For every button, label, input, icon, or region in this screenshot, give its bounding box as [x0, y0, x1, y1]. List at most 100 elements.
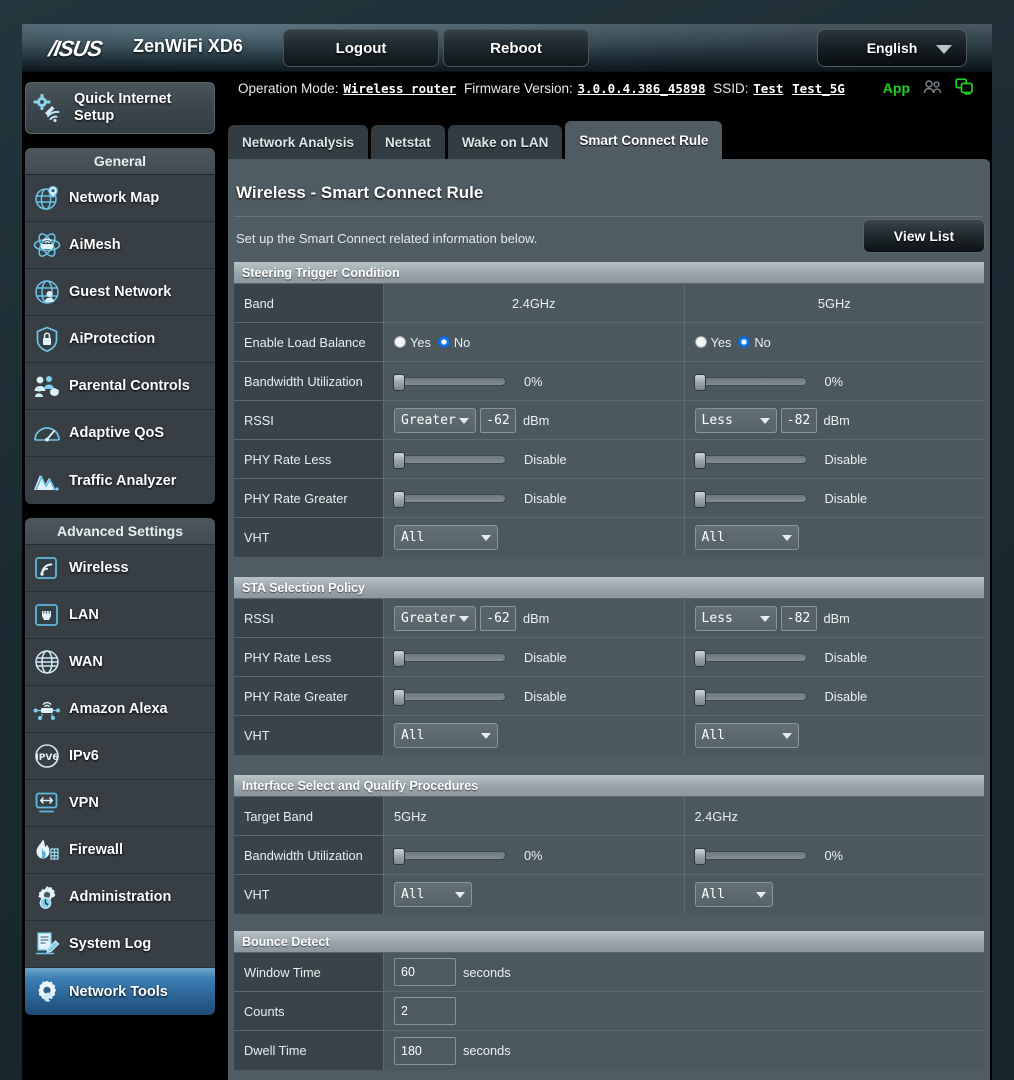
radio-yes-5[interactable]: Yes — [694, 335, 731, 350]
row-label: Band — [234, 284, 384, 322]
slider-knob[interactable] — [393, 847, 405, 865]
rssi-24-operator-select[interactable]: Greater — [394, 407, 476, 433]
phy-less-24-slider[interactable]: Disable — [393, 451, 567, 469]
slider-track[interactable] — [393, 373, 506, 391]
sta-phy-greater-5-slider[interactable]: Disable — [693, 688, 867, 706]
slider-knob[interactable] — [693, 688, 706, 706]
rssi-24-value-input[interactable]: -62 — [480, 407, 516, 433]
slider-knob[interactable] — [693, 451, 706, 469]
sta-rssi-5-operator-select[interactable]: Less — [694, 605, 777, 631]
tab-wake-on-lan[interactable]: Wake on LAN — [447, 125, 563, 159]
slider-knob[interactable] — [693, 649, 706, 667]
phy-greater-24-slider[interactable]: Disable — [393, 490, 567, 508]
slider-track[interactable] — [693, 649, 807, 667]
view-list-button[interactable]: View List — [863, 219, 985, 253]
row-label: VHT — [234, 518, 384, 557]
sta-phy-less-5-slider[interactable]: Disable — [693, 649, 868, 667]
sidebar-item-amazon-alexa[interactable]: Amazon Alexa — [25, 686, 215, 733]
sidebar-item-network-tools[interactable]: Network Tools — [25, 968, 215, 1015]
sta-vht-24-select[interactable]: All — [394, 723, 498, 748]
sidebar-item-aimesh[interactable]: AiMesh — [25, 222, 215, 269]
phy-greater-5-slider[interactable]: Disable — [693, 490, 867, 508]
sidebar-label: Network Map — [69, 190, 160, 206]
slider-knob[interactable] — [393, 649, 405, 667]
chevron-down-icon — [781, 535, 792, 541]
sidebar-item-ipv6[interactable]: IPV6 IPv6 — [25, 733, 215, 780]
radio-no-5[interactable]: No — [738, 335, 771, 350]
sta-phy-less-24-slider[interactable]: Disable — [393, 649, 567, 667]
tab-netstat[interactable]: Netstat — [371, 125, 445, 159]
sidebar-item-parental-controls[interactable]: Parental Controls — [25, 363, 215, 410]
ssid-value-24[interactable]: Test — [753, 81, 783, 96]
window-time-input[interactable]: 60 — [394, 958, 456, 986]
operation-mode-value[interactable]: Wireless router — [343, 81, 456, 96]
sidebar-item-traffic-analyzer[interactable]: Traffic Analyzer — [25, 457, 215, 504]
slider-knob[interactable] — [393, 451, 405, 469]
slider-track[interactable] — [693, 847, 807, 865]
firmware-value[interactable]: 3.0.0.4.386_45898 — [578, 81, 706, 96]
slider-value: Disable — [824, 649, 868, 665]
sta-rssi-5-value-input[interactable]: -82 — [780, 605, 817, 631]
interface-vht-1-select[interactable]: All — [394, 882, 472, 907]
sta-rssi-24-operator-select[interactable]: Greater — [394, 605, 476, 631]
sidebar-item-aiprotection[interactable]: AiProtection — [25, 316, 215, 363]
sta-phy-greater-5-cell: Disable — [684, 677, 984, 715]
slider-track[interactable] — [393, 688, 506, 706]
sidebar-label: Adaptive QoS — [69, 425, 165, 441]
slider-track[interactable] — [393, 451, 506, 469]
slider-knob[interactable] — [393, 688, 405, 706]
dwell-time-input[interactable]: 180 — [394, 1036, 456, 1065]
vht-5-select[interactable]: All — [694, 525, 799, 550]
slider-knob[interactable] — [693, 373, 706, 391]
interface-bw-1-slider[interactable]: 0% — [393, 847, 543, 865]
interface-bw-2-slider[interactable]: 0% — [693, 847, 843, 865]
sidebar-item-administration[interactable]: Administration — [25, 874, 215, 921]
ssid-value-5g[interactable]: Test_5G — [792, 81, 845, 96]
interface-vht-2-select[interactable]: All — [694, 882, 773, 907]
sidebar-item-adaptive-qos[interactable]: Adaptive QoS — [25, 410, 215, 457]
chevron-down-icon — [481, 535, 491, 541]
slider-track[interactable] — [693, 688, 807, 706]
bandwidth-5-slider[interactable]: 0% — [693, 373, 843, 391]
tab-smart-connect-rule[interactable]: Smart Connect Rule — [565, 121, 723, 159]
sta-phy-greater-24-slider[interactable]: Disable — [393, 688, 567, 706]
slider-track[interactable] — [693, 451, 807, 469]
slider-track[interactable] — [393, 649, 506, 667]
language-select[interactable]: English — [817, 29, 967, 67]
phy-less-5-slider[interactable]: Disable — [693, 451, 867, 469]
table-row: Target Band 5GHz 2.4GHz — [234, 797, 984, 836]
slider-track[interactable] — [393, 490, 506, 508]
sidebar-item-vpn[interactable]: VPN — [25, 780, 215, 827]
sidebar-item-firewall[interactable]: Firewall — [25, 827, 215, 874]
sidebar-item-wireless[interactable]: Wireless — [25, 545, 215, 592]
radio-yes-24[interactable]: Yes — [394, 335, 431, 350]
sidebar-item-wan[interactable]: WAN — [25, 639, 215, 686]
clients-icon[interactable] — [923, 79, 942, 98]
slider-knob[interactable] — [393, 373, 405, 391]
counts-input[interactable]: 2 — [394, 997, 456, 1025]
vht-24-select[interactable]: All — [394, 525, 498, 550]
table-row: RSSI Greater -62 dBm Less -82 dBm — [234, 599, 984, 638]
rssi-5-operator-select[interactable]: Less — [694, 407, 777, 433]
reboot-button[interactable]: Reboot — [443, 29, 589, 67]
radio-no-24[interactable]: No — [437, 335, 470, 350]
bandwidth-24-slider[interactable]: 0% — [393, 373, 543, 391]
app-link[interactable]: App — [883, 80, 910, 96]
usb-monitor-icon[interactable] — [955, 78, 974, 98]
slider-track[interactable] — [393, 847, 506, 865]
slider-track[interactable] — [693, 490, 807, 508]
tab-network-analysis[interactable]: Network Analysis — [228, 125, 369, 159]
sidebar-item-quick-internet-setup[interactable]: Quick Internet Setup — [25, 82, 215, 134]
sidebar-item-guest-network[interactable]: Guest Network — [25, 269, 215, 316]
slider-knob[interactable] — [693, 847, 706, 865]
rssi-5-value-input[interactable]: -82 — [780, 407, 817, 433]
sta-rssi-24-value-input[interactable]: -62 — [480, 605, 516, 631]
slider-track[interactable] — [693, 373, 807, 391]
slider-knob[interactable] — [393, 490, 405, 508]
logout-button[interactable]: Logout — [283, 29, 439, 67]
slider-knob[interactable] — [693, 490, 706, 508]
sidebar-item-system-log[interactable]: System Log — [25, 921, 215, 968]
sta-vht-5-select[interactable]: All — [694, 723, 799, 748]
sidebar-item-network-map[interactable]: Network Map — [25, 175, 215, 222]
sidebar-item-lan[interactable]: LAN — [25, 592, 215, 639]
